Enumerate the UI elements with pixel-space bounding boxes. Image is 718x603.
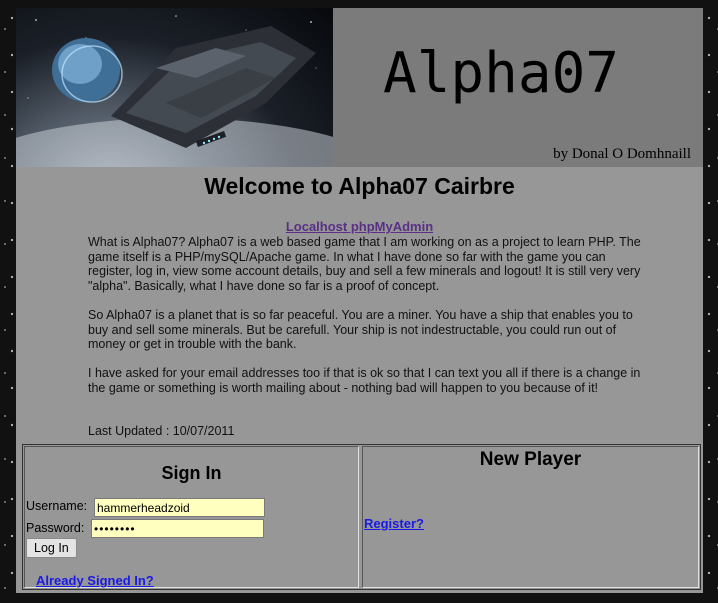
register-link[interactable]: Register? — [364, 516, 424, 531]
username-input[interactable] — [94, 498, 265, 517]
intro-paragraph: So Alpha07 is a planet that is so far pe… — [88, 307, 633, 352]
author-byline: by Donal O Domhnaill — [553, 146, 691, 162]
new-player-panel: New Player Register? — [362, 446, 699, 588]
already-signed-in-link[interactable]: Already Signed In? — [36, 573, 154, 588]
intro-paragraph: I have asked for your email addresses to… — [88, 365, 641, 395]
new-player-title: New Player — [479, 449, 582, 470]
page-title: Welcome to Alpha07 Cairbre — [204, 173, 515, 199]
signin-title: Sign In — [161, 463, 222, 483]
account-panels: Sign In Username: Password: Log In Alrea… — [22, 444, 701, 590]
site-header: Alpha07 by Donal O Domhnaill — [16, 8, 703, 167]
username-label: Username: — [26, 499, 88, 513]
last-updated: Last Updated : 10/07/2011 — [88, 424, 235, 438]
password-label: Password: — [26, 521, 85, 535]
page-container: Alpha07 by Donal O Domhnaill Welcome to … — [16, 8, 703, 593]
intro-text: What is Alpha07? Alpha07 is a web based … — [88, 235, 648, 409]
login-button[interactable]: Log In — [26, 538, 77, 558]
password-input[interactable] — [91, 519, 264, 538]
site-title: Alpha07 — [383, 41, 620, 106]
intro-paragraph: What is Alpha07? Alpha07 is a web based … — [88, 235, 641, 294]
spaceship-illustration — [16, 15, 333, 167]
phpmyadmin-link[interactable]: Localhost phpMyAdmin — [16, 219, 703, 234]
signin-panel: Sign In Username: Password: Log In Alrea… — [24, 446, 359, 588]
spaceship-banner-image — [16, 8, 333, 167]
